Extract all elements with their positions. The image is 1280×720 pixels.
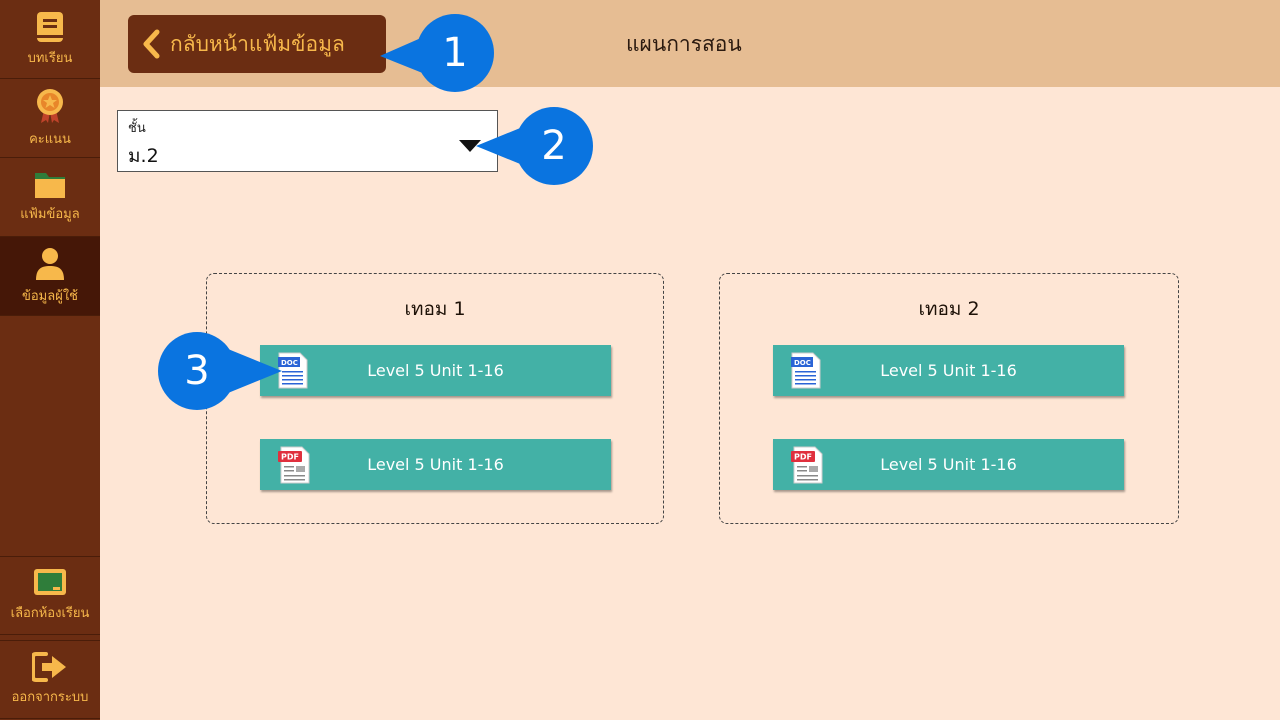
sidebar-item-select-classroom[interactable]: เลือกห้องเรียน — [0, 556, 100, 635]
sidebar-item-logout[interactable]: ออกจากระบบ — [0, 640, 100, 719]
sidebar-item-label: ข้อมูลผู้ใช้ — [21, 288, 79, 304]
folder-icon — [35, 172, 65, 198]
callout-1: 1 — [416, 14, 494, 92]
back-button-label: กลับหน้าแฟ้มข้อมูล — [170, 31, 345, 56]
term-2-box: เทอม 2 DOC Level 5 Unit 1-16 PDF Level 5… — [719, 273, 1179, 524]
file-button-label: Level 5 Unit 1-16 — [880, 361, 1017, 380]
grade-select-value: ม.2 — [128, 145, 159, 167]
file-button-label: Level 5 Unit 1-16 — [367, 455, 504, 474]
top-header: กลับหน้าแฟ้มข้อมูล แผนการสอน — [100, 0, 1280, 87]
sidebar-item-scores[interactable]: คะแนน — [0, 79, 100, 158]
sidebar-item-user-info[interactable]: ข้อมูลผู้ใช้ — [0, 237, 100, 316]
chevron-left-icon — [143, 29, 160, 59]
user-icon — [36, 247, 64, 280]
sidebar-item-label: คะแนน — [29, 131, 71, 147]
callout-2: 2 — [515, 107, 593, 185]
logout-icon — [32, 652, 66, 682]
file-button-label: Level 5 Unit 1-16 — [880, 455, 1017, 474]
file-button-label: Level 5 Unit 1-16 — [367, 361, 504, 380]
file-button-doc[interactable]: DOC Level 5 Unit 1-16 — [773, 345, 1124, 396]
sidebar-item-label: เลือกห้องเรียน — [10, 606, 90, 621]
sidebar-item-lessons[interactable]: บทเรียน — [0, 0, 100, 79]
page-title: แผนการสอน — [626, 32, 742, 56]
sidebar-item-label: บทเรียน — [27, 50, 73, 66]
sidebar: บทเรียน คะแนน แฟ้มข้อมูล ข้อมูลผู้ใช้ เล… — [0, 0, 100, 720]
file-button-pdf[interactable]: PDF Level 5 Unit 1-16 — [260, 439, 611, 490]
callout-3: 3 — [158, 332, 236, 410]
term-title: เทอม 1 — [404, 298, 466, 320]
sidebar-item-label: แฟ้มข้อมูล — [20, 206, 80, 222]
sidebar-item-label: ออกจากระบบ — [11, 690, 89, 705]
file-button-pdf[interactable]: PDF Level 5 Unit 1-16 — [773, 439, 1124, 490]
grade-select-caption: ชั้น — [128, 121, 146, 136]
medal-icon — [37, 88, 63, 123]
file-button-doc[interactable]: DOC Level 5 Unit 1-16 — [260, 345, 611, 396]
sidebar-item-files[interactable]: แฟ้มข้อมูล — [0, 158, 100, 237]
grade-select[interactable]: ชั้น ม.2 — [117, 110, 498, 172]
book-icon — [37, 11, 63, 42]
term-title: เทอม 2 — [918, 298, 980, 320]
classroom-board-icon — [34, 569, 66, 595]
back-to-files-button[interactable]: กลับหน้าแฟ้มข้อมูล — [128, 15, 386, 73]
